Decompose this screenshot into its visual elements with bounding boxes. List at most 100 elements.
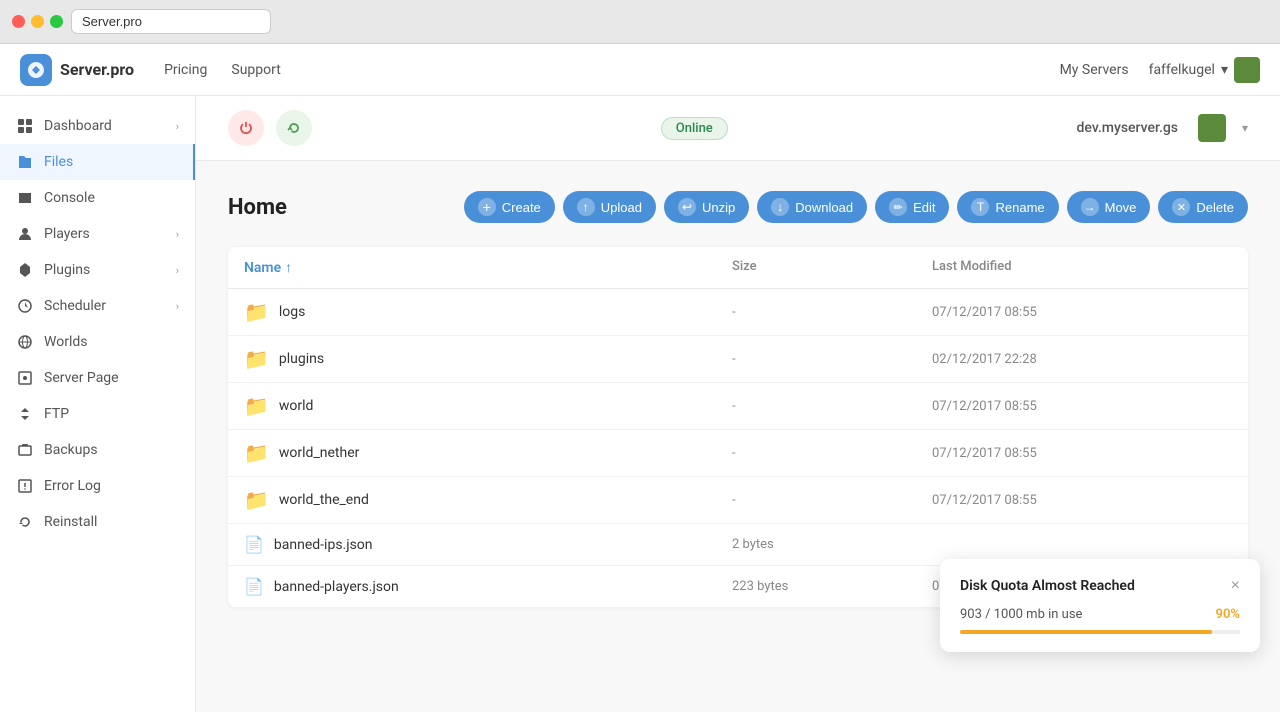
server-avatar: [1198, 114, 1226, 142]
page-title: Home: [228, 195, 287, 220]
nav-right: My Servers faffelkugel ▾: [1060, 57, 1260, 83]
move-button[interactable]: → Move: [1067, 191, 1151, 223]
error-log-icon: [16, 477, 34, 495]
table-row[interactable]: 📁 world_nether - 07/12/2017 08:55: [228, 430, 1248, 477]
fm-header: Home + Create ↑ Upload ↩ Unzip: [228, 191, 1248, 223]
window-controls: [12, 15, 63, 28]
nav-support[interactable]: Support: [231, 62, 280, 78]
toast-header: Disk Quota Almost Reached ×: [960, 577, 1240, 595]
logo[interactable]: Server.pro: [20, 54, 134, 86]
create-button[interactable]: + Create: [464, 191, 555, 223]
table-row[interactable]: 📁 logs - 07/12/2017 08:55: [228, 289, 1248, 336]
unzip-button[interactable]: ↩ Unzip: [664, 191, 749, 223]
close-button[interactable]: [12, 15, 25, 28]
toast-title: Disk Quota Almost Reached: [960, 578, 1135, 594]
nav-pricing[interactable]: Pricing: [164, 62, 207, 78]
file-size: 2 bytes: [732, 537, 932, 552]
download-icon: ↓: [771, 198, 789, 216]
file-icon: 📄: [244, 535, 264, 554]
plus-icon: +: [478, 198, 496, 216]
titlebar: [0, 0, 1280, 44]
col-name-header[interactable]: Name ↑: [244, 259, 732, 276]
navbar: Server.pro Pricing Support My Servers fa…: [0, 44, 1280, 96]
col-modified-header: Last Modified: [932, 259, 1232, 276]
file-name: banned-ips.json: [274, 537, 373, 553]
sidebar-item-dashboard[interactable]: Dashboard ›: [0, 108, 195, 144]
minimize-button[interactable]: [31, 15, 44, 28]
table-header: Name ↑ Size Last Modified: [228, 247, 1248, 289]
players-label: Players: [44, 226, 90, 242]
file-size: 223 bytes: [732, 579, 932, 594]
maximize-button[interactable]: [50, 15, 63, 28]
user-menu[interactable]: faffelkugel ▾: [1149, 57, 1260, 83]
sidebar-item-players[interactable]: Players ›: [0, 216, 195, 252]
restart-button[interactable]: [276, 110, 312, 146]
sidebar-item-worlds[interactable]: Worlds: [0, 324, 195, 360]
folder-icon: 📁: [244, 441, 269, 465]
toast-progress-bg: [960, 630, 1240, 634]
files-icon: [16, 153, 34, 171]
file-table: Name ↑ Size Last Modified 📁 logs - 07/12…: [228, 247, 1248, 607]
status-bar: Online dev.myserver.gs ▾: [196, 96, 1280, 161]
file-name: world_nether: [279, 445, 359, 461]
file-size: -: [732, 493, 932, 508]
sidebar-item-error-log[interactable]: Error Log: [0, 468, 195, 504]
upload-button[interactable]: ↑ Upload: [563, 191, 656, 223]
files-label: Files: [44, 154, 73, 170]
col-size-header: Size: [732, 259, 932, 276]
file-date: 07/12/2017 08:55: [932, 493, 1232, 508]
sort-asc-icon: ↑: [285, 259, 292, 276]
move-icon: →: [1081, 198, 1099, 216]
sidebar-item-ftp[interactable]: FTP: [0, 396, 195, 432]
address-bar[interactable]: [71, 9, 271, 34]
ftp-label: FTP: [44, 406, 69, 422]
players-icon: [16, 225, 34, 243]
folder-icon: 📁: [244, 394, 269, 418]
folder-icon: 📁: [244, 488, 269, 512]
fm-actions: + Create ↑ Upload ↩ Unzip ↓ Download: [464, 191, 1248, 223]
file-name-cell: 📁 plugins: [244, 347, 732, 371]
chevron-right-icon: ›: [176, 264, 179, 277]
plugins-icon: [16, 261, 34, 279]
table-row[interactable]: 📁 world_the_end - 07/12/2017 08:55: [228, 477, 1248, 524]
power-button[interactable]: [228, 110, 264, 146]
sidebar-item-reinstall[interactable]: Reinstall: [0, 504, 195, 540]
scheduler-icon: [16, 297, 34, 315]
chevron-right-icon: ›: [176, 120, 179, 133]
toast-close-button[interactable]: ×: [1231, 577, 1240, 595]
my-servers-link[interactable]: My Servers: [1060, 62, 1129, 78]
rename-button[interactable]: T Rename: [957, 191, 1058, 223]
file-name: logs: [279, 304, 305, 320]
logo-text: Server.pro: [60, 60, 134, 79]
file-size: -: [732, 446, 932, 461]
toast-percent: 90%: [1216, 607, 1240, 622]
file-name: world: [279, 398, 314, 414]
delete-button[interactable]: ✕ Delete: [1158, 191, 1248, 223]
upload-icon: ↑: [577, 198, 595, 216]
file-date: 07/12/2017 08:55: [932, 446, 1232, 461]
worlds-icon: [16, 333, 34, 351]
sidebar-item-scheduler[interactable]: Scheduler ›: [0, 288, 195, 324]
dashboard-label: Dashboard: [44, 118, 112, 134]
table-row[interactable]: 📁 plugins - 02/12/2017 22:28: [228, 336, 1248, 383]
console-icon: [16, 189, 34, 207]
console-label: Console: [44, 190, 95, 206]
download-button[interactable]: ↓ Download: [757, 191, 867, 223]
file-size: -: [732, 352, 932, 367]
error-log-label: Error Log: [44, 478, 101, 494]
sidebar-item-files[interactable]: Files: [0, 144, 195, 180]
sidebar-item-server-page[interactable]: Server Page: [0, 360, 195, 396]
user-name: faffelkugel: [1149, 62, 1215, 78]
file-name: plugins: [279, 351, 324, 367]
chevron-right-icon: ›: [176, 300, 179, 313]
server-page-icon: [16, 369, 34, 387]
worlds-label: Worlds: [44, 334, 87, 350]
folder-icon: 📁: [244, 347, 269, 371]
sidebar-item-backups[interactable]: Backups: [0, 432, 195, 468]
table-row[interactable]: 📁 world - 07/12/2017 08:55: [228, 383, 1248, 430]
sidebar-item-plugins[interactable]: Plugins ›: [0, 252, 195, 288]
reinstall-icon: [16, 513, 34, 531]
file-date: 07/12/2017 08:55: [932, 399, 1232, 414]
edit-button[interactable]: ✏ Edit: [875, 191, 949, 223]
sidebar-item-console[interactable]: Console: [0, 180, 195, 216]
